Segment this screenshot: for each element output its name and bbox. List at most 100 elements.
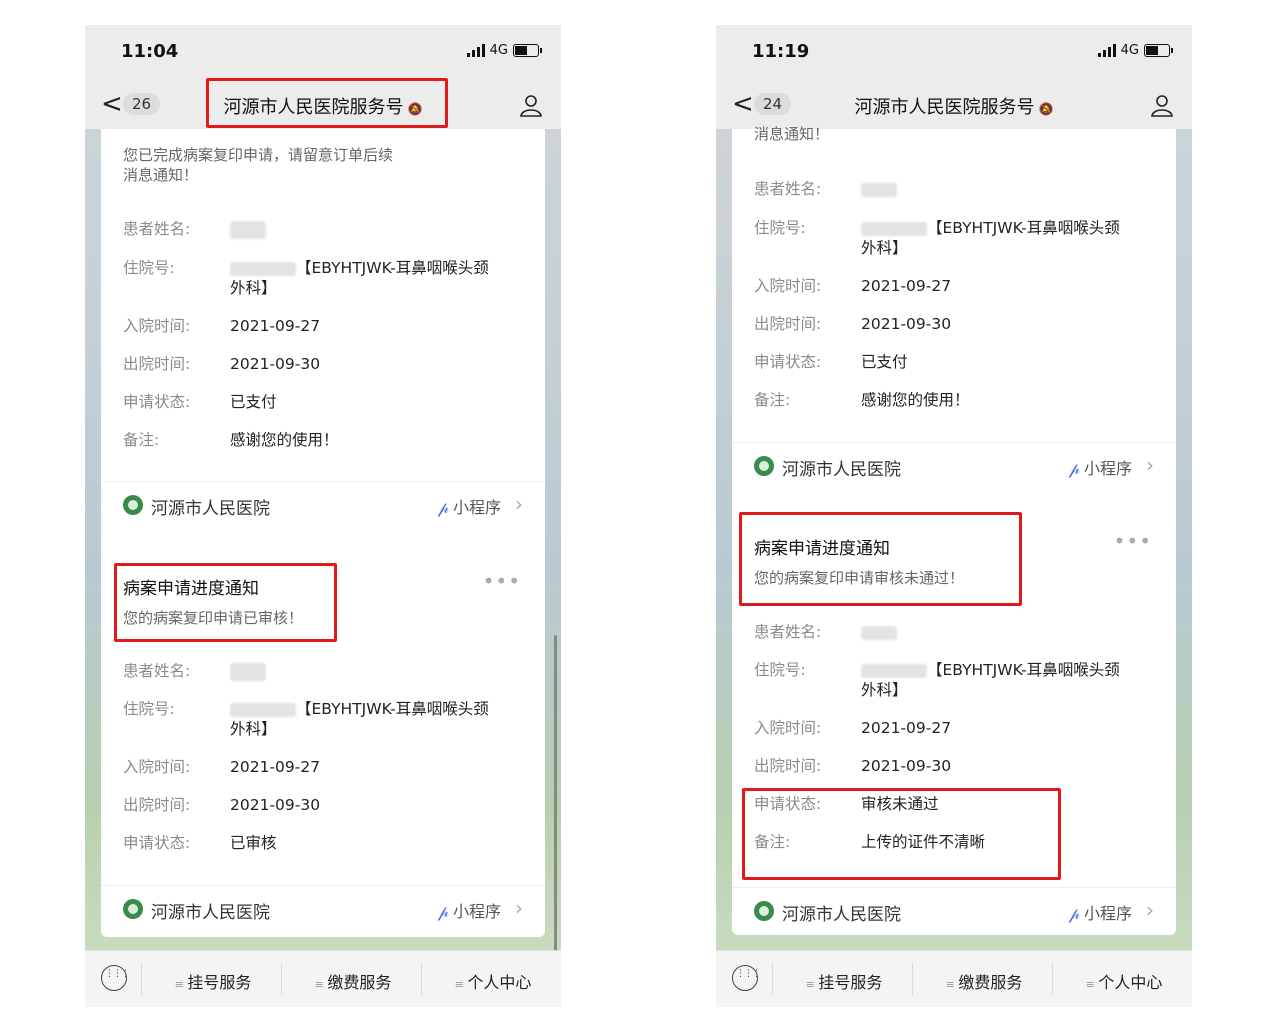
menu-divider [912, 963, 913, 995]
field-label: 患者姓名: [123, 662, 191, 680]
hospital-logo-icon [123, 495, 143, 515]
status-bar: 11:19 4G [716, 25, 1192, 81]
status-bar: 11:04 4G [85, 25, 561, 81]
message-card-payment[interactable]: 您已完成病案复印申请，请留意订单后续 消息通知！ 患者姓名: 住院号: 【EBY… [101, 129, 545, 555]
menu-item-register[interactable]: 挂号服务 [143, 969, 283, 993]
link-icon: 𝓅 [437, 902, 449, 921]
menu-divider [772, 963, 773, 995]
dept-text-line2: 外科】 [230, 720, 277, 738]
dept-text-line2: 外科】 [230, 279, 277, 297]
field-value: 2021-09-27 [230, 758, 321, 776]
hospital-logo-icon [754, 456, 774, 476]
mute-icon: 🔕 [1038, 102, 1054, 116]
field-label: 入院时间: [754, 719, 822, 737]
menu-item-profile[interactable]: 个人中心 [423, 969, 561, 993]
field-label: 住院号: [754, 661, 806, 679]
link-icon: 𝓅 [1068, 904, 1080, 923]
field-label: 患者姓名: [123, 220, 191, 238]
message-card-payment[interactable]: 消息通知！ 患者姓名: 住院号: 【EBYHTJWK-耳鼻咽喉头颈 外科】 入院时… [732, 125, 1176, 515]
highlight-title-box [206, 78, 448, 128]
more-options-icon[interactable]: ••• [483, 569, 521, 593]
keyboard-icon[interactable] [732, 965, 760, 991]
status-time: 11:19 [752, 41, 810, 62]
signal-icon [1097, 44, 1116, 57]
field-label: 申请状态: [754, 353, 822, 371]
hospital-logo-icon [754, 901, 774, 921]
mini-program-label: 小程序 [452, 902, 501, 921]
chat-title-text: 河源市人民医院服务号 [854, 97, 1035, 118]
dept-text-line2: 外科】 [861, 239, 908, 257]
field-label: 备注: [123, 431, 160, 449]
menu-item-payment[interactable]: 缴费服务 [283, 969, 423, 993]
field-label: 备注: [754, 391, 791, 409]
network-label: 4G [489, 43, 508, 58]
field-label: 患者姓名: [754, 623, 822, 641]
link-icon: 𝓅 [1068, 459, 1080, 478]
dept-text-line1: 【EBYHTJWK-耳鼻咽喉头颈 [296, 259, 489, 277]
field-label: 出院时间: [123, 796, 191, 814]
bottom-menu: 挂号服务 缴费服务 个人中心 [85, 950, 561, 1007]
dept-text-line2: 外科】 [861, 681, 908, 699]
field-label: 出院时间: [123, 355, 191, 373]
network-label: 4G [1120, 43, 1139, 58]
menu-item-register[interactable]: 挂号服务 [774, 969, 914, 993]
mini-program-label: 小程序 [452, 498, 501, 517]
mini-program-link[interactable]: 𝓅 小程序 [438, 494, 501, 518]
hospital-name: 河源市人民医院 [151, 903, 270, 923]
keyboard-icon[interactable] [101, 965, 129, 991]
dept-text-line1: 【EBYHTJWK-耳鼻咽喉头颈 [927, 661, 1120, 679]
field-value: 已审核 [230, 834, 277, 852]
chevron-right-icon: › [1146, 898, 1154, 922]
field-value: 感谢您的使用！ [230, 431, 339, 449]
mini-program-link[interactable]: 𝓅 小程序 [1069, 900, 1132, 924]
mini-program-footer[interactable]: 河源市人民医院 𝓅 小程序 › [732, 442, 1176, 489]
profile-icon[interactable] [519, 93, 543, 117]
field-value: 已支付 [861, 353, 908, 371]
field-label: 入院时间: [754, 277, 822, 295]
field-value: 【EBYHTJWK-耳鼻咽喉头颈外科】 [230, 258, 525, 298]
field-value: 已支付 [230, 393, 277, 411]
mini-program-footer[interactable]: 河源市人民医院 𝓅 小程序 › [732, 887, 1176, 934]
hospital-name: 河源市人民医院 [151, 499, 270, 519]
status-indicators: 4G [1097, 43, 1173, 58]
field-value: 2021-09-27 [230, 317, 321, 335]
highlight-notice-box [114, 563, 337, 642]
field-label: 申请状态: [123, 834, 191, 852]
mini-program-footer[interactable]: 河源市人民医院 𝓅 小程序 › [101, 885, 545, 932]
mini-program-footer[interactable]: 河源市人民医院 𝓅 小程序 › [101, 481, 545, 528]
field-value: 2021-09-30 [861, 757, 952, 775]
field-label: 出院时间: [754, 315, 822, 333]
card-desc-line1: 您已完成病案复印申请，请留意订单后续 [123, 146, 394, 164]
menu-item-payment[interactable]: 缴费服务 [914, 969, 1054, 993]
field-value: 2021-09-27 [861, 719, 952, 737]
field-value: 2021-09-30 [861, 315, 952, 333]
scrollbar[interactable] [554, 635, 557, 955]
field-label: 出院时间: [754, 757, 822, 775]
field-label: 住院号: [123, 700, 175, 718]
highlight-rejection-box [742, 788, 1061, 880]
mini-program-link[interactable]: 𝓅 小程序 [1069, 455, 1132, 479]
more-options-icon[interactable]: ••• [1114, 529, 1152, 553]
field-value-redacted [861, 179, 1156, 199]
card-desc-line2: 消息通知！ [123, 166, 199, 184]
mini-program-link[interactable]: 𝓅 小程序 [438, 898, 501, 922]
dept-text-line1: 【EBYHTJWK-耳鼻咽喉头颈 [296, 700, 489, 718]
mini-program-label: 小程序 [1083, 904, 1132, 923]
field-value: 2021-09-30 [230, 796, 321, 814]
status-indicators: 4G [466, 43, 542, 58]
chevron-right-icon: › [515, 896, 523, 920]
field-value: 【EBYHTJWK-耳鼻咽喉头颈 外科】 [861, 218, 1156, 258]
field-value-redacted [861, 622, 1156, 642]
field-value-redacted [230, 219, 525, 239]
field-label: 申请状态: [123, 393, 191, 411]
chevron-right-icon: › [1146, 453, 1154, 477]
menu-item-profile[interactable]: 个人中心 [1054, 969, 1192, 993]
hospital-logo-icon [123, 899, 143, 919]
phone-screen-right: 11:19 4G < 24 河源市人民医院服务号 🔕 消息通知！ 患者姓名: 住院… [716, 25, 1192, 1007]
menu-divider [421, 963, 422, 995]
field-value: 2021-09-27 [861, 277, 952, 295]
battery-icon [1144, 44, 1173, 57]
card-desc-partial: 消息通知！ [754, 125, 830, 143]
field-value-redacted [230, 661, 525, 681]
profile-icon[interactable] [1150, 93, 1174, 117]
